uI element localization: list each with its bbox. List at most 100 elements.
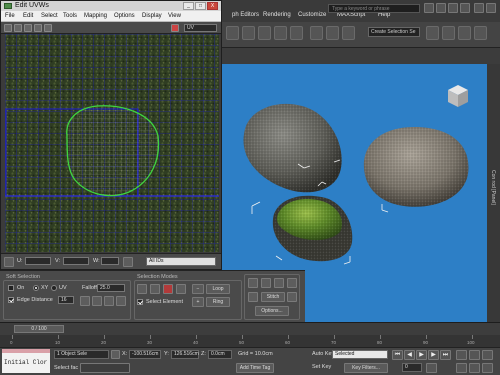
- search-icon[interactable]: [424, 3, 434, 13]
- menu-graph-editors[interactable]: ph Editors: [232, 12, 259, 18]
- star-icon[interactable]: [448, 3, 458, 13]
- play-icon[interactable]: ▶: [416, 350, 427, 360]
- target-weld-icon[interactable]: [261, 278, 271, 288]
- close-button[interactable]: X: [207, 2, 218, 10]
- falloff-spinner[interactable]: 25.0: [97, 284, 125, 292]
- stitch-target-icon[interactable]: [287, 292, 297, 302]
- current-frame-field[interactable]: 0: [402, 363, 422, 372]
- zoom-extents-icon[interactable]: [482, 350, 493, 360]
- stitch-button[interactable]: Stitch: [261, 292, 285, 302]
- falloff-curve-slow-icon[interactable]: [104, 296, 114, 306]
- align-icon[interactable]: [442, 26, 455, 40]
- v-field[interactable]: [63, 257, 89, 265]
- key-filters-button[interactable]: Key Filters...: [344, 363, 388, 373]
- edit-uvws-window[interactable]: Edit UVWs _ □ X File Edit Select Tools M…: [0, 0, 222, 270]
- previous-frame-icon[interactable]: ◀: [404, 350, 415, 360]
- y-coordinate-field[interactable]: 126.516cm: [171, 350, 199, 359]
- search-input[interactable]: Type a keyword or phrase: [328, 4, 420, 13]
- edge-distance-spinner[interactable]: 16: [58, 296, 74, 304]
- minimize-icon[interactable]: [474, 3, 484, 13]
- menu-mapping[interactable]: Mapping: [84, 13, 107, 19]
- falloff-curve-linear-icon[interactable]: [92, 296, 102, 306]
- edge-mode-icon[interactable]: [150, 284, 160, 294]
- info-icon[interactable]: [436, 3, 446, 13]
- edge-distance-checkbox[interactable]: [8, 297, 14, 303]
- weld-icon[interactable]: [248, 278, 258, 288]
- scale-icon[interactable]: [24, 24, 32, 32]
- menu-view[interactable]: View: [168, 13, 181, 19]
- selection-set-dropdown[interactable]: Create Selection Se: [368, 27, 420, 37]
- taskbar-window-thumbnail[interactable]: [80, 363, 130, 373]
- freeform-icon[interactable]: [34, 24, 42, 32]
- zoom-icon[interactable]: [456, 350, 467, 360]
- uvw-titlebar[interactable]: Edit UVWs _ □ X: [1, 1, 221, 11]
- rotate-icon[interactable]: [14, 24, 22, 32]
- next-frame-icon[interactable]: ▶: [428, 350, 439, 360]
- select-icon[interactable]: [242, 26, 255, 40]
- polygon-mode-icon[interactable]: [163, 284, 173, 294]
- loop-button[interactable]: Loop: [206, 284, 230, 294]
- falloff-curve-smooth-icon[interactable]: [80, 296, 90, 306]
- u-field[interactable]: [25, 257, 51, 265]
- rotate-icon[interactable]: [274, 26, 287, 40]
- help-icon[interactable]: [460, 3, 470, 13]
- break-icon[interactable]: [274, 278, 284, 288]
- maximize-viewport-icon[interactable]: [482, 363, 493, 373]
- mirror-icon[interactable]: [426, 26, 439, 40]
- move-icon[interactable]: [4, 24, 12, 32]
- select-element-checkbox[interactable]: [137, 299, 143, 305]
- mirror-icon[interactable]: [44, 24, 52, 32]
- detach-icon[interactable]: [287, 278, 297, 288]
- minimize-button[interactable]: _: [183, 2, 194, 10]
- stitch-source-icon[interactable]: [248, 292, 258, 302]
- menu-options[interactable]: Options: [114, 13, 135, 19]
- go-to-start-icon[interactable]: ⏮: [392, 350, 403, 360]
- orbit-icon[interactable]: [469, 363, 480, 373]
- time-config-icon[interactable]: [426, 363, 437, 373]
- uv-editor-canvas[interactable]: [5, 34, 219, 252]
- time-slider[interactable]: 0 / 100: [14, 325, 64, 333]
- lock-selection-icon[interactable]: [111, 350, 120, 359]
- set-key-button[interactable]: Set Key: [312, 364, 331, 370]
- render-setup-icon[interactable]: [474, 26, 487, 40]
- maximize-button[interactable]: □: [195, 2, 206, 10]
- checker-icon[interactable]: [171, 24, 179, 32]
- soft-selection-on-checkbox[interactable]: [8, 285, 14, 291]
- w-field[interactable]: [101, 257, 119, 265]
- menu-tools[interactable]: Tools: [63, 13, 77, 19]
- lock-icon[interactable]: [123, 257, 133, 267]
- scale-icon[interactable]: [290, 26, 303, 40]
- element-mode-icon[interactable]: [176, 284, 186, 294]
- absolute-mode-icon[interactable]: [4, 257, 14, 267]
- uv-space-dropdown[interactable]: UV: [184, 24, 217, 32]
- falloff-curve-fast-icon[interactable]: [116, 296, 126, 306]
- menu-file[interactable]: File: [5, 13, 15, 19]
- percent-snap-icon[interactable]: [342, 26, 355, 40]
- angle-snap-icon[interactable]: [326, 26, 339, 40]
- go-to-end-icon[interactable]: ⏭: [440, 350, 451, 360]
- z-coordinate-field[interactable]: 0.0cm: [208, 350, 232, 359]
- uv-radio[interactable]: [51, 285, 57, 291]
- track-bar[interactable]: 0 10 20 30 40 50 60 70 80 90 100: [0, 335, 500, 347]
- shrink-button[interactable]: −: [192, 284, 204, 294]
- material-id-dropdown[interactable]: All IDs: [146, 257, 216, 266]
- maxscript-mini-listener[interactable]: Initial Clor: [2, 353, 50, 373]
- x-coordinate-field[interactable]: -100.516cm: [129, 350, 161, 359]
- menu-edit[interactable]: Edit: [23, 13, 33, 19]
- pan-icon[interactable]: [456, 363, 467, 373]
- undo-icon[interactable]: [226, 26, 239, 40]
- menu-rendering[interactable]: Rendering: [263, 12, 291, 18]
- close-icon[interactable]: [486, 3, 496, 13]
- key-mode-dropdown[interactable]: Selected: [332, 350, 388, 359]
- vertex-mode-icon[interactable]: [137, 284, 147, 294]
- add-time-tag-button[interactable]: Add Time Tag: [236, 363, 274, 373]
- menu-customize[interactable]: Customize: [298, 12, 326, 18]
- menu-select[interactable]: Select: [41, 13, 58, 19]
- options-button[interactable]: Options...: [255, 306, 289, 316]
- menu-display[interactable]: Display: [142, 13, 162, 19]
- zoom-all-icon[interactable]: [469, 350, 480, 360]
- xy-radio[interactable]: [33, 285, 39, 291]
- grow-button[interactable]: +: [192, 297, 204, 307]
- snap-icon[interactable]: [310, 26, 323, 40]
- ring-button[interactable]: Ring: [206, 297, 230, 307]
